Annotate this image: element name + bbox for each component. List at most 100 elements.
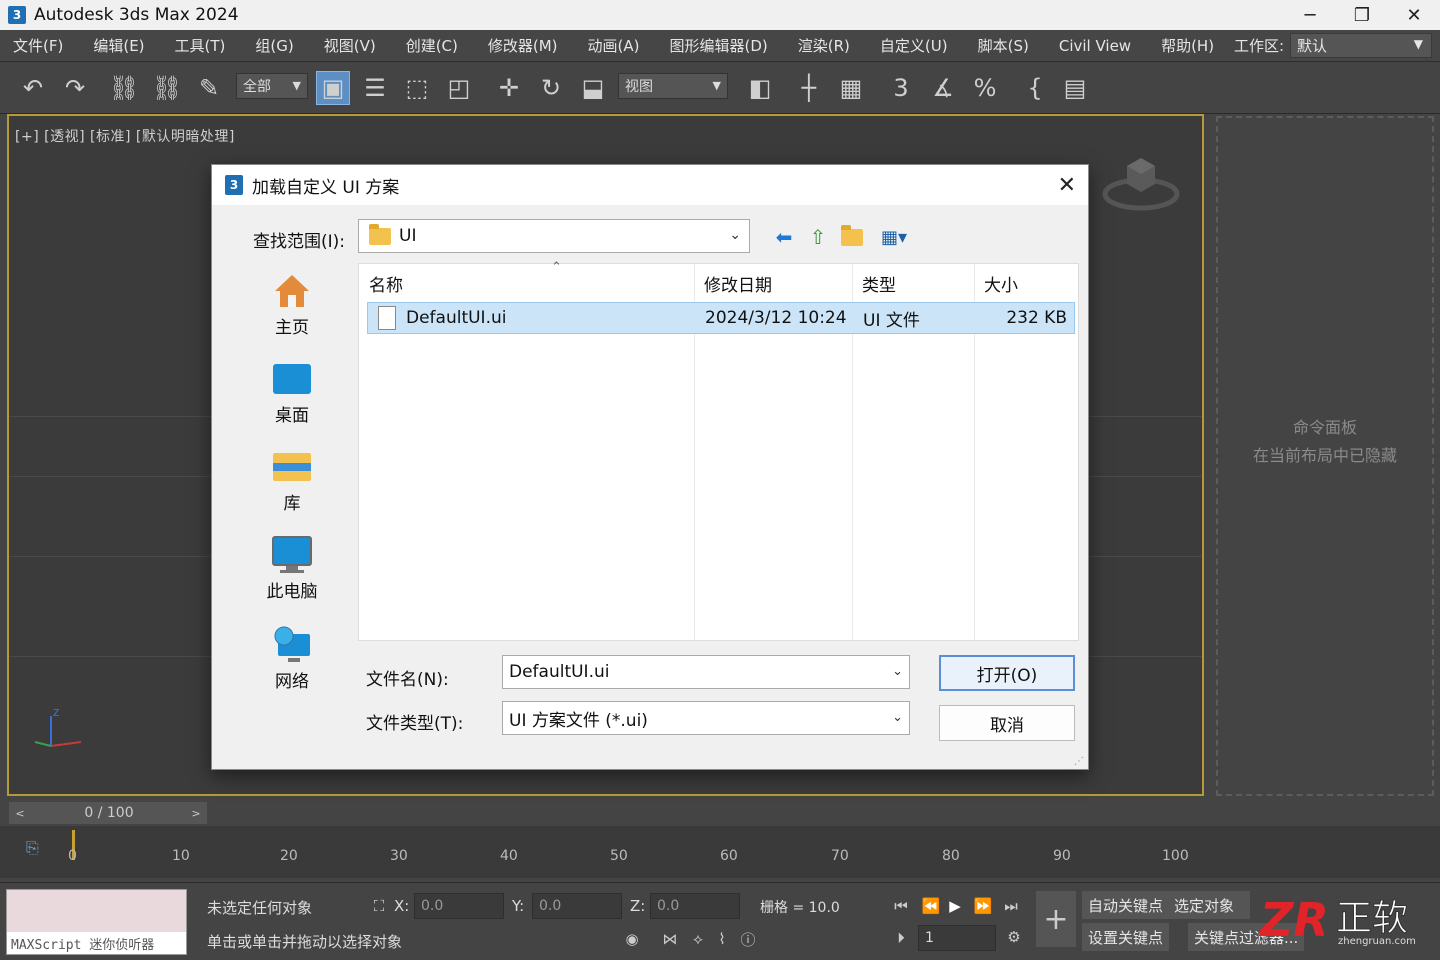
adaptive-degradation-icon[interactable]: ⋈ xyxy=(660,929,680,949)
chevron-down-icon: ⌄ xyxy=(729,227,741,243)
selected-objects-dropdown[interactable]: 选定对象 xyxy=(1168,891,1250,919)
rotate-icon[interactable]: ↻ xyxy=(534,71,568,105)
previous-frame-icon[interactable]: ⏪ xyxy=(920,895,942,917)
angle-snap-icon[interactable]: ∡ xyxy=(926,71,960,105)
back-arrow-icon[interactable]: ⬅ xyxy=(770,223,798,251)
selection-filter-dropdown[interactable]: 全部 ▼ xyxy=(236,73,308,99)
render-setup-icon[interactable]: ▤ xyxy=(1058,71,1092,105)
isolate-icon[interactable]: ◉ xyxy=(622,929,642,949)
go-to-end-icon[interactable]: ⏭ xyxy=(1000,895,1022,917)
viewcube-icon[interactable] xyxy=(1101,148,1181,212)
next-frame-icon[interactable]: ⏩ xyxy=(972,895,994,917)
menu-tools[interactable]: 工具(T) xyxy=(175,35,226,56)
file-list[interactable]: 名称 修改日期 类型 大小 ⌃ DefaultUI.ui 2024/3/12 1… xyxy=(358,260,1079,641)
undo-icon[interactable]: ↶ xyxy=(16,71,50,105)
file-row[interactable]: DefaultUI.ui 2024/3/12 10:24 UI 文件 232 K… xyxy=(367,302,1075,334)
menu-modifiers[interactable]: 修改器(M) xyxy=(488,35,558,56)
menu-rendering[interactable]: 渲染(R) xyxy=(798,35,850,56)
auto-key-button[interactable]: 自动关键点 xyxy=(1082,891,1170,919)
column-size[interactable]: 大小 xyxy=(974,264,1074,302)
minimize-button[interactable]: ─ xyxy=(1284,0,1336,30)
menu-create[interactable]: 创建(C) xyxy=(406,35,458,56)
menu-help[interactable]: 帮助(H) xyxy=(1161,35,1214,56)
track-bar[interactable]: 0 10 20 30 40 50 60 70 80 90 100 xyxy=(60,830,1370,870)
workspace-label: 工作区: xyxy=(1233,37,1284,55)
up-folder-icon[interactable]: ⇧ xyxy=(804,223,832,251)
set-key-button[interactable]: 设置关键点 xyxy=(1082,923,1170,951)
selection-filter-icon[interactable]: ⟡ xyxy=(688,929,708,949)
menu-animation[interactable]: 动画(A) xyxy=(588,35,640,56)
open-button[interactable]: 打开(O) xyxy=(939,655,1075,691)
select-object-icon[interactable]: ▣ xyxy=(316,71,350,105)
z-coordinate-field[interactable]: 0.0 xyxy=(650,893,740,919)
redo-icon[interactable]: ↷ xyxy=(58,71,92,105)
resize-grip-icon[interactable]: ⋰ xyxy=(1074,756,1084,767)
info-icon[interactable]: ⓘ xyxy=(738,929,758,949)
y-coordinate-field[interactable]: 0.0 xyxy=(532,893,622,919)
select-manipulate-icon[interactable]: ┼ xyxy=(792,71,826,105)
maximize-button[interactable]: ❐ xyxy=(1336,0,1388,30)
key-mode-icon[interactable]: ⏵ xyxy=(890,927,912,949)
set-key-plus-icon[interactable]: + xyxy=(1036,891,1076,947)
zr-watermark-logo: ZR 正软 zhengruan.com xyxy=(1258,890,1434,948)
curve-editor-icon[interactable]: ⎘ xyxy=(26,838,39,858)
play-icon[interactable]: ▶ xyxy=(944,895,966,917)
menu-file[interactable]: 文件(F) xyxy=(13,35,63,56)
title-bar: 3 Autodesk 3ds Max 2024 ─ ❐ ✕ xyxy=(0,0,1440,30)
time-next-button[interactable]: > xyxy=(185,802,207,824)
percent-snap-icon[interactable]: % xyxy=(968,71,1002,105)
file-type-select[interactable]: UI 方案文件 (*.ui) ⌄ xyxy=(502,701,910,735)
workspace-dropdown[interactable]: 默认 ▼ xyxy=(1290,33,1432,58)
rect-selection-icon[interactable]: ⬚ xyxy=(400,71,434,105)
place-desktop[interactable]: 桌面 xyxy=(242,361,342,426)
column-date[interactable]: 修改日期 xyxy=(694,264,852,302)
place-libraries[interactable]: 库 xyxy=(242,449,342,514)
time-config-icon[interactable]: ⚙ xyxy=(1004,927,1024,947)
scale-icon[interactable]: ⬓ xyxy=(576,71,610,105)
look-in-dropdown[interactable]: UI ⌄ xyxy=(358,219,750,253)
lock-selection-icon[interactable]: ⛶ xyxy=(370,897,388,915)
keyboard-shortcut-icon[interactable]: ▦ xyxy=(834,71,868,105)
file-name: DefaultUI.ui xyxy=(406,308,507,328)
spinner-snap-icon[interactable]: { xyxy=(1018,71,1052,105)
menu-group[interactable]: 组(G) xyxy=(255,35,293,56)
menu-graph-editors[interactable]: 图形编辑器(D) xyxy=(670,35,768,56)
place-network[interactable]: 网络 xyxy=(242,626,342,692)
cancel-button[interactable]: 取消 xyxy=(939,705,1075,741)
go-to-start-icon[interactable]: ⏮ xyxy=(890,895,912,917)
x-coordinate-field[interactable]: 0.0 xyxy=(414,893,504,919)
move-icon[interactable]: ✛ xyxy=(492,71,526,105)
bind-spacewarp-icon[interactable]: ✎ xyxy=(192,71,226,105)
viewport-label[interactable]: [+] [透视] [标准] [默认明暗处理] xyxy=(15,126,235,146)
column-type[interactable]: 类型 xyxy=(852,264,974,302)
maxscript-listener[interactable]: MAXScript 迷你侦听器 xyxy=(6,889,187,955)
dialog-close-icon[interactable]: ✕ xyxy=(1058,173,1076,198)
menu-edit[interactable]: 编辑(E) xyxy=(93,35,144,56)
new-folder-icon[interactable] xyxy=(838,223,866,251)
menu-views[interactable]: 视图(V) xyxy=(324,35,376,56)
link-icon[interactable]: ⛓ xyxy=(107,71,141,105)
close-button[interactable]: ✕ xyxy=(1388,0,1440,30)
window-crossing-icon[interactable]: ◰ xyxy=(442,71,476,105)
current-frame-field[interactable]: 1 xyxy=(918,925,996,951)
reference-coord-dropdown[interactable]: 视图 ▼ xyxy=(618,73,728,99)
time-tag-icon[interactable]: ⌇ xyxy=(712,929,732,949)
place-home[interactable]: 主页 xyxy=(242,273,342,338)
menu-scripting[interactable]: 脚本(S) xyxy=(978,35,1029,56)
select-by-name-icon[interactable]: ☰ xyxy=(358,71,392,105)
time-slider-handle[interactable]: 0 / 100 xyxy=(31,802,187,824)
unlink-icon[interactable]: ⛓ xyxy=(150,71,184,105)
menu-customize[interactable]: 自定义(U) xyxy=(880,35,948,56)
network-icon xyxy=(272,626,312,663)
snap-3d-icon[interactable]: 3 xyxy=(884,71,918,105)
view-menu-icon[interactable]: ▦▾ xyxy=(874,223,914,251)
pivot-icon[interactable]: ◧ xyxy=(743,71,777,105)
grid-size: 栅格 = 10.0 xyxy=(760,900,840,916)
place-this-pc[interactable]: 此电脑 xyxy=(242,536,342,602)
column-name[interactable]: 名称 xyxy=(359,264,694,302)
time-prev-button[interactable]: < xyxy=(9,802,31,824)
menu-civil-view[interactable]: Civil View xyxy=(1059,37,1131,55)
file-name-input[interactable]: DefaultUI.ui ⌄ xyxy=(502,655,910,689)
chevron-down-icon[interactable]: ⌄ xyxy=(892,664,903,679)
maxscript-label: MAXScript 迷你侦听器 xyxy=(7,932,186,954)
